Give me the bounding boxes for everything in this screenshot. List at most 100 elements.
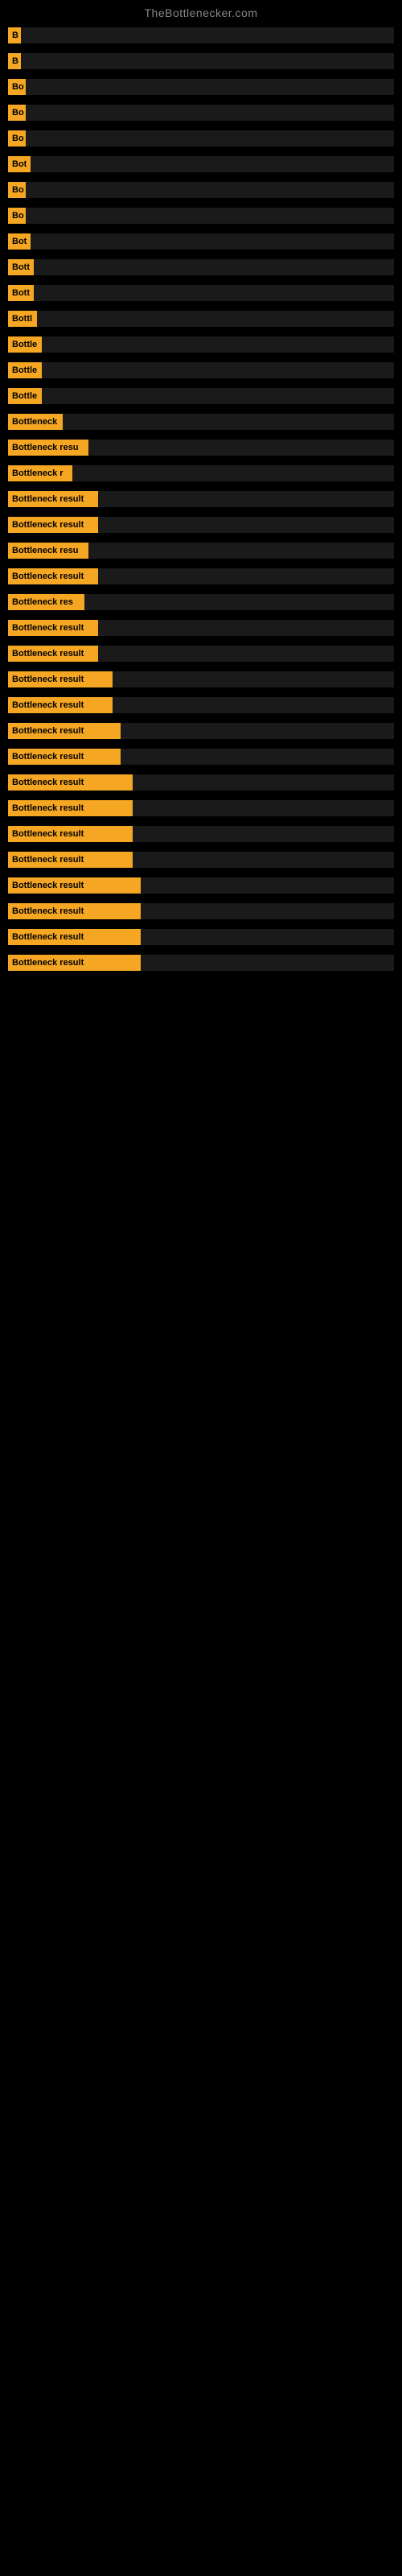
dark-bar [21, 27, 394, 43]
bottleneck-label: Bottleneck result [8, 929, 141, 945]
dark-bar [88, 440, 394, 456]
list-item: Bo [8, 177, 394, 203]
list-item: Bottleneck [8, 409, 394, 435]
list-item: Bo [8, 203, 394, 229]
list-item: Bottleneck result [8, 821, 394, 847]
bottleneck-label: Bottleneck result [8, 517, 98, 533]
bottleneck-label: Bottleneck result [8, 826, 133, 842]
dark-bar [133, 800, 394, 816]
list-item: B [8, 48, 394, 74]
list-item: Bottleneck result [8, 718, 394, 744]
dark-bar [42, 336, 394, 353]
list-item: Bottl [8, 306, 394, 332]
dark-bar [37, 311, 394, 327]
dark-bar [141, 929, 394, 945]
site-title: TheBottlenecker.com [0, 0, 402, 23]
bottleneck-label: Bottleneck resu [8, 440, 88, 456]
dark-bar [98, 620, 394, 636]
bottleneck-label: Bottleneck result [8, 620, 98, 636]
bottleneck-label: Bot [8, 233, 31, 250]
dark-bar [42, 362, 394, 378]
list-item: Bott [8, 280, 394, 306]
dark-bar [121, 749, 394, 765]
bottleneck-label: Bo [8, 79, 26, 95]
list-item: Bottleneck result [8, 641, 394, 667]
list-item: Bottleneck result [8, 744, 394, 770]
dark-bar [21, 53, 394, 69]
list-item: Bo [8, 126, 394, 151]
bottleneck-label: Bott [8, 285, 34, 301]
bottleneck-label: Bottleneck result [8, 852, 133, 868]
list-item: Bottleneck resu [8, 435, 394, 460]
dark-bar [141, 903, 394, 919]
dark-bar [31, 233, 394, 250]
list-item: Bottleneck result [8, 898, 394, 924]
bottleneck-label: Bottle [8, 336, 42, 353]
bottleneck-label: Bottleneck result [8, 491, 98, 507]
dark-bar [141, 955, 394, 971]
dark-bar [84, 594, 394, 610]
list-item: Bottle [8, 332, 394, 357]
list-item: Bottle [8, 383, 394, 409]
bottleneck-label: Bottle [8, 388, 42, 404]
bottleneck-label: Bottleneck [8, 414, 63, 430]
bottleneck-label: Bottle [8, 362, 42, 378]
list-item: Bottleneck result [8, 692, 394, 718]
list-item: Bottleneck result [8, 615, 394, 641]
main-container: BBBoBoBoBotBoBoBotBottBottBottlBottleBot… [0, 23, 402, 976]
bottleneck-label: Bottleneck result [8, 723, 121, 739]
list-item: Bot [8, 151, 394, 177]
dark-bar [34, 259, 394, 275]
bottleneck-label: B [8, 27, 21, 43]
bottleneck-label: Bottleneck res [8, 594, 84, 610]
dark-bar [88, 543, 394, 559]
list-item: Bot [8, 229, 394, 254]
bottleneck-label: Bottleneck result [8, 671, 113, 687]
list-item: Bottleneck result [8, 512, 394, 538]
list-item: Bottleneck result [8, 486, 394, 512]
dark-bar [133, 826, 394, 842]
list-item: Bottleneck resu [8, 538, 394, 564]
bottleneck-label: Bottleneck result [8, 774, 133, 791]
bottleneck-label: Bo [8, 208, 26, 224]
bottleneck-label: Bottleneck result [8, 697, 113, 713]
bottleneck-label: Bo [8, 105, 26, 121]
dark-bar [63, 414, 394, 430]
bottleneck-label: Bottleneck r [8, 465, 72, 481]
dark-bar [72, 465, 394, 481]
dark-bar [98, 491, 394, 507]
list-item: Bottleneck result [8, 873, 394, 898]
bottleneck-label: Bo [8, 182, 26, 198]
dark-bar [121, 723, 394, 739]
bottleneck-label: Bot [8, 156, 31, 172]
list-item: Bottleneck r [8, 460, 394, 486]
dark-bar [26, 130, 394, 147]
dark-bar [98, 517, 394, 533]
list-item: Bottle [8, 357, 394, 383]
bottleneck-label: Bottl [8, 311, 37, 327]
dark-bar [113, 697, 394, 713]
list-item: Bottleneck res [8, 589, 394, 615]
list-item: Bottleneck result [8, 847, 394, 873]
bottleneck-label: Bo [8, 130, 26, 147]
dark-bar [26, 208, 394, 224]
list-item: Bottleneck result [8, 667, 394, 692]
dark-bar [141, 877, 394, 894]
bottleneck-label: Bottleneck result [8, 955, 141, 971]
dark-bar [98, 646, 394, 662]
list-item: Bottleneck result [8, 564, 394, 589]
dark-bar [34, 285, 394, 301]
bottleneck-label: Bottleneck resu [8, 543, 88, 559]
list-item: B [8, 23, 394, 48]
dark-bar [42, 388, 394, 404]
list-item: Bo [8, 74, 394, 100]
list-item: Bottleneck result [8, 795, 394, 821]
bottleneck-label: Bottleneck result [8, 646, 98, 662]
dark-bar [26, 105, 394, 121]
dark-bar [98, 568, 394, 584]
bottleneck-label: Bottleneck result [8, 903, 141, 919]
dark-bar [133, 852, 394, 868]
bottleneck-label: Bottleneck result [8, 877, 141, 894]
dark-bar [26, 182, 394, 198]
bottleneck-label: Bottleneck result [8, 568, 98, 584]
